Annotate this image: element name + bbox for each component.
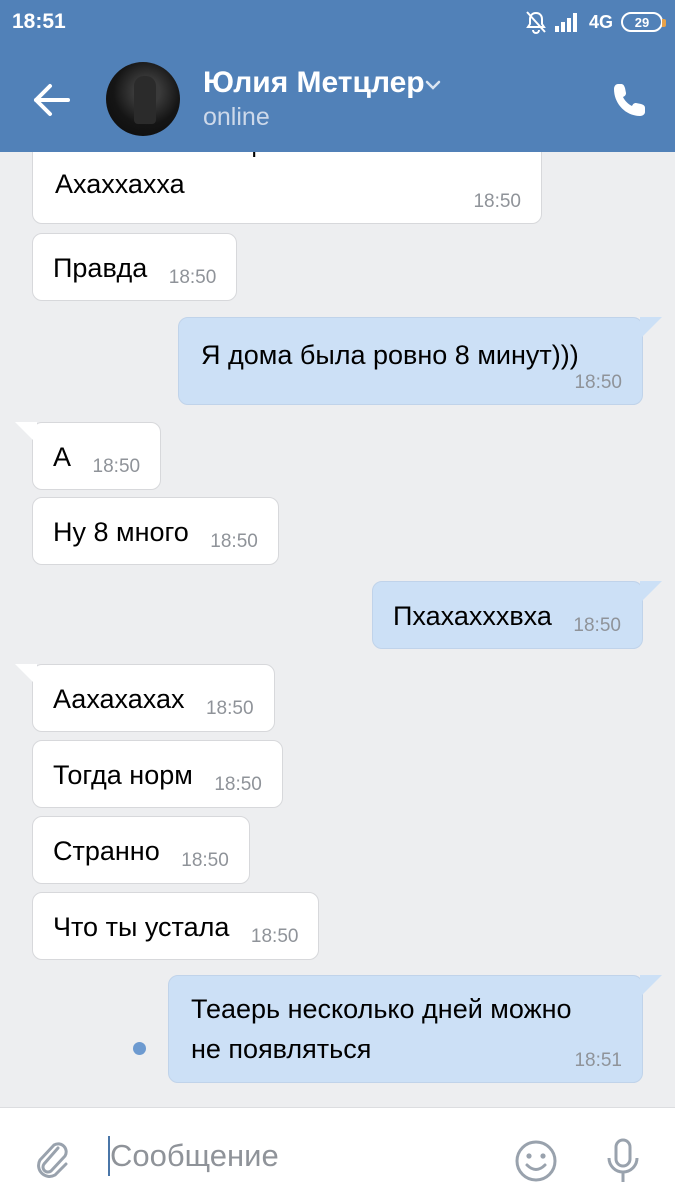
message-time: 18:51 [574,1050,622,1072]
mute-bell-icon [526,11,546,34]
message-incoming[interactable]: Аахахахах 18:50 [15,664,275,732]
signal-icon [554,13,577,32]
message-incoming[interactable]: Тогда норм 18:50 [32,740,283,808]
chat-header: 18:51 4G 29 Юлия Метцлер online [0,0,675,152]
message-time: 18:50 [473,191,521,213]
message-incoming[interactable]: Правда 18:50 [32,233,238,301]
message-text-line1: Теаерь несколько дней можно [191,994,572,1024]
message-incoming[interactable]: Ну 8 много 18:50 [32,497,279,565]
message-time: 18:50 [168,267,217,288]
paperclip-icon[interactable] [32,1138,72,1180]
message-input[interactable] [110,1132,490,1180]
message-time: 18:50 [214,774,262,795]
message-incoming[interactable]: Что ты устала 18:50 [32,892,320,960]
message-text: Ахаххахха [55,169,185,199]
microphone-icon[interactable] [603,1138,643,1184]
battery-icon: 29 [621,12,666,32]
phone-icon[interactable] [610,80,650,120]
message-list[interactable]: Мне 3 своих навраль Ахаххахха 18:50 Прав… [0,152,675,1107]
back-arrow-icon[interactable] [30,78,74,122]
bubble-tail [15,422,37,444]
status-time: 18:51 [12,10,66,33]
message-text: Я дома была ровно 8 минут))) [201,340,579,370]
message-time: 18:50 [205,698,254,719]
battery-level: 29 [634,14,650,30]
composer-bar [0,1107,675,1200]
message-time: 18:50 [574,372,622,394]
message-incoming[interactable]: Мне 3 своих навраль Ахаххахха 18:50 [32,152,542,224]
message-outgoing[interactable]: Я дома была ровно 8 минут))) 18:50 [178,317,662,405]
message-text: Странно [53,836,160,866]
bubble-tail [15,664,37,686]
message-text: А [53,442,72,472]
message-time: 18:50 [573,615,621,636]
reply-quote: Мне 3 своих навраль [69,152,305,160]
message-outgoing[interactable]: Теаерь несколько дней можно не появлятьс… [168,975,662,1083]
bubble-tail [640,581,662,603]
contact-name[interactable]: Юлия Метцлер [203,66,425,100]
contact-status: online [203,103,270,131]
message-time: 18:50 [92,456,141,477]
message-text: Пхахахххвха [393,601,552,631]
message-text: Тогда норм [53,760,193,790]
message-time: 18:50 [181,850,229,871]
network-label: 4G [588,11,613,32]
unread-indicator [133,1042,146,1055]
message-time: 18:50 [250,926,299,947]
message-incoming[interactable]: А 18:50 [15,422,162,490]
avatar[interactable] [106,62,180,136]
status-bar: 18:51 4G 29 [0,0,675,48]
bubble-tail [640,975,662,997]
message-text: Ну 8 много [53,517,189,547]
status-icons: 4G 29 [525,10,666,34]
chevron-down-icon[interactable] [424,76,442,94]
message-text: Что ты устала [53,912,230,942]
message-text-line2: не появляться [191,1034,372,1064]
message-outgoing[interactable]: Пхахахххвха 18:50 [372,581,662,649]
bubble-tail [640,317,662,339]
message-time: 18:50 [210,531,258,552]
message-incoming[interactable]: Странно 18:50 [32,816,250,884]
message-text: Аахахахах [53,684,185,714]
message-text: Правда [53,253,148,283]
smiley-icon[interactable] [514,1139,558,1183]
